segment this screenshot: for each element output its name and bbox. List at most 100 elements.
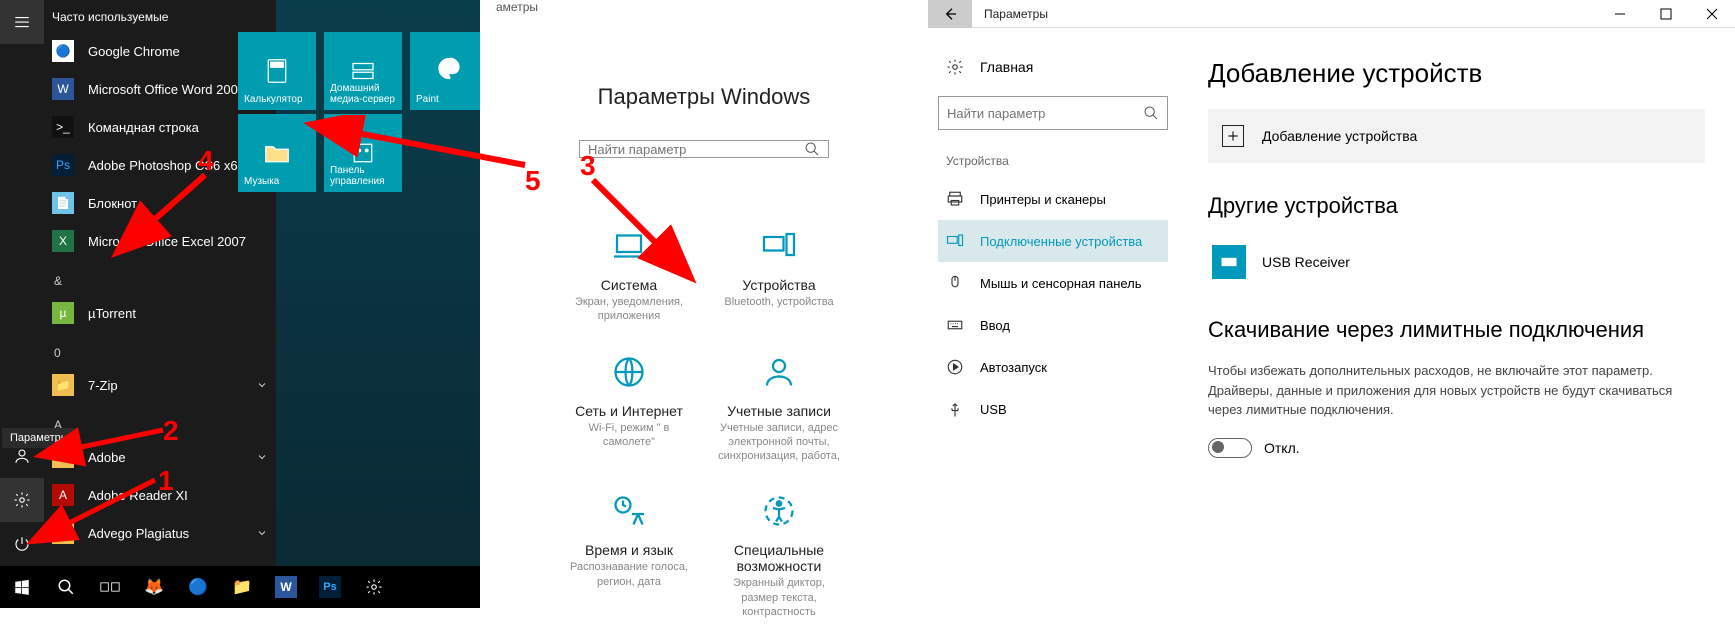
nav-printers[interactable]: Принтеры и сканеры bbox=[938, 178, 1168, 220]
gear-icon bbox=[13, 491, 31, 509]
hamburger-icon bbox=[13, 13, 31, 31]
category-accessibility[interactable]: Специальные возможности Экранный диктор,… bbox=[714, 483, 844, 629]
letter-0[interactable]: 0 bbox=[44, 332, 276, 366]
window-title: Параметры bbox=[972, 7, 1048, 21]
letter-a[interactable]: A bbox=[44, 404, 276, 438]
app-adobe-reader[interactable]: AAdobe Reader XI bbox=[44, 476, 276, 514]
devices-settings-panel: Параметры Главная Устройства Принтеры и … bbox=[928, 0, 1735, 608]
nav-usb[interactable]: USB bbox=[938, 388, 1168, 430]
devices-body: Главная Устройства Принтеры и сканеры По… bbox=[928, 28, 1735, 608]
devices-content: Добавление устройств Добавление устройст… bbox=[1178, 28, 1735, 608]
app-advego[interactable]: 📁Advego Plagiatus bbox=[44, 514, 276, 552]
person-icon bbox=[761, 354, 797, 390]
app-excel[interactable]: X Microsoft Office Excel 2007 bbox=[44, 222, 276, 260]
maximize-icon bbox=[1660, 8, 1672, 20]
app-adobe[interactable]: 📁Adobe bbox=[44, 438, 276, 476]
app-label: µTorrent bbox=[88, 306, 136, 321]
firefox-icon: 🦊 bbox=[144, 577, 164, 597]
keyboard-device-icon bbox=[1212, 245, 1246, 279]
close-icon bbox=[1706, 8, 1718, 20]
gear-icon bbox=[365, 578, 383, 596]
search-input[interactable] bbox=[588, 142, 804, 157]
server-icon bbox=[348, 56, 378, 86]
start-button[interactable] bbox=[2, 567, 42, 607]
nav-label: Ввод bbox=[980, 318, 1010, 333]
nav-search[interactable] bbox=[938, 96, 1168, 130]
folder-music-icon bbox=[262, 138, 292, 168]
letter-c[interactable]: C bbox=[44, 552, 276, 566]
cat-sub: Wi-Fi, режим " в самолете" bbox=[566, 421, 692, 450]
app-label: Microsoft Office Excel 2007 bbox=[88, 234, 246, 249]
metered-toggle[interactable]: Откл. bbox=[1208, 438, 1705, 458]
category-accounts[interactable]: Учетные записи Учетные записи, адрес эле… bbox=[714, 344, 844, 474]
cat-sub: Экранный диктор, размер текста, контраст… bbox=[716, 576, 842, 619]
toggle-switch[interactable] bbox=[1208, 438, 1252, 458]
tile-label: Панель управления bbox=[330, 165, 398, 187]
app-utorrent[interactable]: µ µTorrent bbox=[44, 294, 276, 332]
category-time[interactable]: Время и язык Распознавание голоса, регио… bbox=[564, 483, 694, 629]
printer-icon bbox=[946, 190, 964, 208]
hamburger-button[interactable] bbox=[0, 0, 44, 44]
settings-rail-button[interactable] bbox=[0, 478, 44, 522]
settings-tooltip: Параметры bbox=[2, 428, 77, 448]
calculator-icon bbox=[262, 56, 292, 86]
search-icon bbox=[57, 578, 75, 596]
task-view-button[interactable] bbox=[90, 567, 130, 607]
app-label: Adobe Photoshop CS6 x64 bbox=[88, 158, 245, 173]
nav-home[interactable]: Главная bbox=[938, 48, 1168, 86]
tile-control-panel[interactable]: Панель управления bbox=[324, 114, 402, 192]
settings-search[interactable] bbox=[579, 140, 829, 158]
taskbar-word[interactable]: W bbox=[266, 567, 306, 607]
taskbar-explorer[interactable]: 📁 bbox=[222, 567, 262, 607]
cat-title: Устройства bbox=[716, 277, 842, 293]
laptop-icon bbox=[611, 228, 647, 264]
taskbar: 🦊 🔵 📁 W Ps bbox=[0, 566, 480, 608]
tile-paint[interactable]: Paint bbox=[410, 32, 488, 110]
nav-connected-devices[interactable]: Подключенные устройства bbox=[938, 220, 1168, 262]
nav-autoplay[interactable]: Автозапуск bbox=[938, 346, 1168, 388]
photoshop-icon: Ps bbox=[319, 576, 341, 598]
nav-mouse[interactable]: Мышь и сенсорная панель bbox=[938, 262, 1168, 304]
tile-calculator[interactable]: Калькулятор bbox=[238, 32, 316, 110]
tile-media-server[interactable]: Домашний медиа-сервер bbox=[324, 32, 402, 110]
folder-icon: 📁 bbox=[52, 522, 74, 544]
device-usb-receiver[interactable]: USB Receiver bbox=[1208, 237, 1705, 287]
utorrent-icon: µ bbox=[52, 302, 74, 324]
taskbar-chrome[interactable]: 🔵 bbox=[178, 567, 218, 607]
tile-music[interactable]: Музыка bbox=[238, 114, 316, 192]
taskbar-settings[interactable] bbox=[354, 567, 394, 607]
metered-description: Чтобы избежать дополнительных расходов, … bbox=[1208, 361, 1705, 420]
nav-typing[interactable]: Ввод bbox=[938, 304, 1168, 346]
cat-sub: Экран, уведомления, приложения bbox=[566, 295, 692, 324]
start-tiles: Калькулятор Домашний медиа-сервер Paint … bbox=[236, 30, 490, 194]
back-button[interactable] bbox=[928, 0, 972, 28]
search-button[interactable] bbox=[46, 567, 86, 607]
excel-icon: X bbox=[52, 230, 74, 252]
taskbar-firefox[interactable]: 🦊 bbox=[134, 567, 174, 607]
maximize-button[interactable] bbox=[1643, 0, 1689, 28]
nav-search-input[interactable] bbox=[947, 106, 1143, 121]
time-lang-icon bbox=[611, 493, 647, 529]
devices-icon bbox=[761, 228, 797, 264]
category-system[interactable]: Система Экран, уведомления, приложения bbox=[564, 218, 694, 334]
autoplay-icon bbox=[946, 358, 964, 376]
close-button[interactable] bbox=[1689, 0, 1735, 28]
taskbar-photoshop[interactable]: Ps bbox=[310, 567, 350, 607]
add-device-button[interactable]: Добавление устройства bbox=[1208, 109, 1705, 163]
tile-label: Paint bbox=[416, 94, 439, 105]
letter-amp[interactable]: & bbox=[44, 260, 276, 294]
category-network[interactable]: Сеть и Интернет Wi-Fi, режим " в самолет… bbox=[564, 344, 694, 474]
devices-icon bbox=[946, 232, 964, 250]
start-menu-panel: Параметры Часто используемые 🔵Google Chr… bbox=[0, 0, 480, 608]
notepad-icon: 📄 bbox=[52, 192, 74, 214]
app-7zip[interactable]: 📁7-Zip bbox=[44, 366, 276, 404]
globe-icon bbox=[611, 354, 647, 390]
power-rail-button[interactable] bbox=[0, 522, 44, 566]
chrome-icon: 🔵 bbox=[52, 40, 74, 62]
category-devices[interactable]: Устройства Bluetooth, устройства bbox=[714, 218, 844, 334]
minimize-button[interactable] bbox=[1597, 0, 1643, 28]
app-label: Google Chrome bbox=[88, 44, 180, 59]
folder-icon: 📁 bbox=[52, 374, 74, 396]
app-label: Adobe bbox=[88, 450, 126, 465]
mouse-icon bbox=[946, 274, 964, 292]
